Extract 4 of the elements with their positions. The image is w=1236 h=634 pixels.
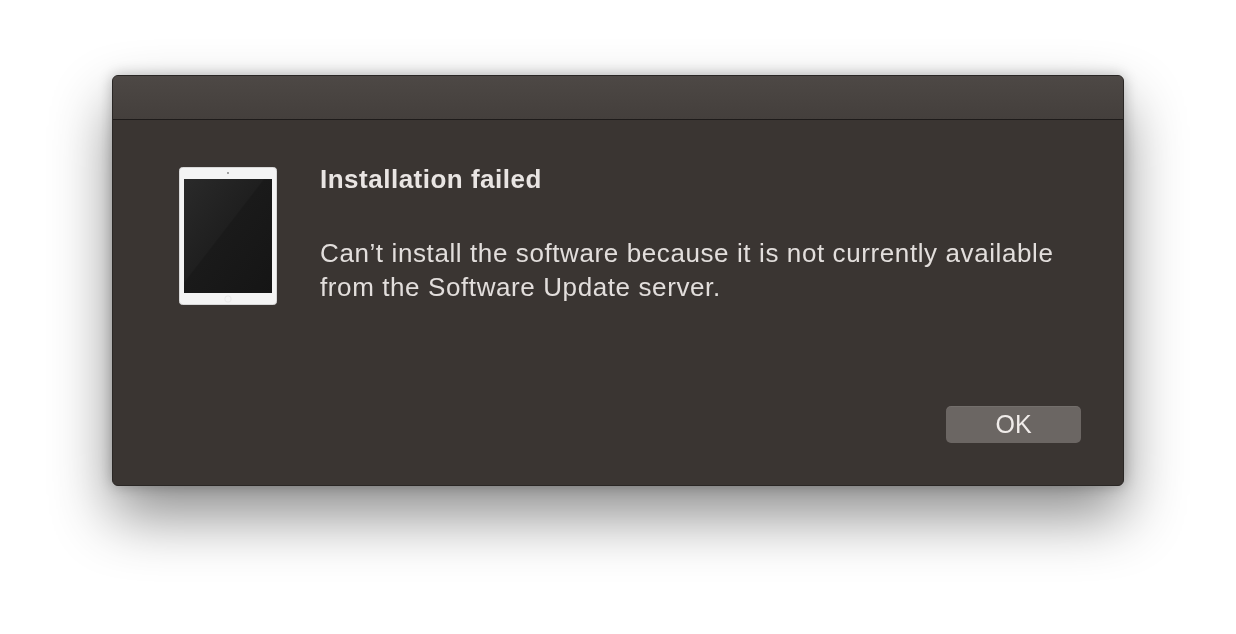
alert-title: Installation failed [320, 164, 543, 194]
tablet-icon [179, 167, 277, 305]
alert-message: Can’t install the software because it is not currently available from the Software Update server. [320, 237, 1055, 304]
ok-button[interactable]: OK [946, 406, 1081, 443]
